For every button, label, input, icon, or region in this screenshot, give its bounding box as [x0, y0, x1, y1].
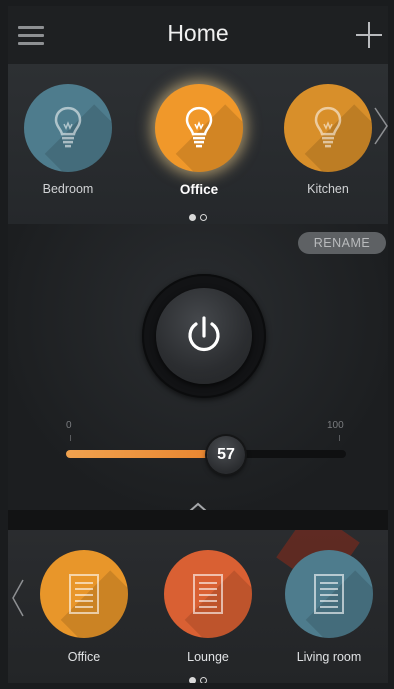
page-title: Home — [167, 20, 229, 46]
brightness-slider-fill — [66, 450, 226, 458]
room-label: Bedroom — [42, 182, 94, 196]
plus-icon[interactable] — [356, 22, 382, 48]
section-divider — [8, 510, 388, 530]
room-circle — [284, 84, 372, 172]
room-circle — [155, 84, 243, 172]
document-icon — [69, 574, 99, 614]
rename-button[interactable]: RENAME — [298, 232, 386, 254]
bulb-icon — [185, 106, 213, 148]
chevron-left-icon[interactable] — [10, 578, 26, 618]
brightness-slider-track[interactable] — [66, 450, 346, 458]
page-dot-active[interactable] — [189, 214, 196, 221]
rooms-carousel: Bedroom Office Kitchen — [8, 64, 388, 224]
device-circle — [285, 550, 373, 638]
device-item-living-room[interactable]: Living room — [279, 550, 379, 664]
slider-min-label: 0 — [66, 420, 72, 431]
device-item-lounge[interactable]: Lounge — [158, 550, 258, 664]
device-label: Office — [67, 650, 101, 664]
room-item-kitchen[interactable]: Kitchen — [282, 84, 374, 196]
device-circle — [40, 550, 128, 638]
bulb-icon — [314, 106, 342, 148]
page-dot[interactable] — [200, 677, 207, 683]
brightness-slider-knob[interactable]: 57 — [207, 436, 245, 474]
light-control-panel: RENAME 0 100 57 — [8, 224, 388, 534]
app-frame: Home Bedroom Office Kitchen RENAME 0 100… — [8, 6, 388, 683]
page-dot[interactable] — [200, 214, 207, 221]
device-label: Lounge — [187, 650, 229, 664]
power-button[interactable] — [156, 288, 252, 384]
bulb-icon — [54, 106, 82, 148]
power-icon — [188, 316, 220, 352]
devices-carousel: Office Lounge Living room — [8, 530, 388, 683]
room-label: Office — [179, 182, 219, 197]
page-dot-active[interactable] — [189, 677, 196, 683]
chevron-right-icon[interactable] — [372, 106, 388, 146]
room-item-office[interactable]: Office — [153, 84, 245, 197]
device-item-office[interactable]: Office — [34, 550, 134, 664]
slider-max-tick — [339, 435, 340, 441]
document-icon — [314, 574, 344, 614]
room-item-bedroom[interactable]: Bedroom — [22, 84, 114, 196]
app-header: Home — [8, 6, 388, 64]
room-label: Kitchen — [307, 182, 349, 196]
slider-max-label: 100 — [327, 420, 344, 431]
slider-min-tick — [70, 435, 71, 441]
devices-page-indicator — [8, 671, 388, 683]
power-button-ring — [142, 274, 266, 398]
device-label: Living room — [296, 650, 362, 664]
device-circle — [164, 550, 252, 638]
document-icon — [193, 574, 223, 614]
room-circle — [24, 84, 112, 172]
